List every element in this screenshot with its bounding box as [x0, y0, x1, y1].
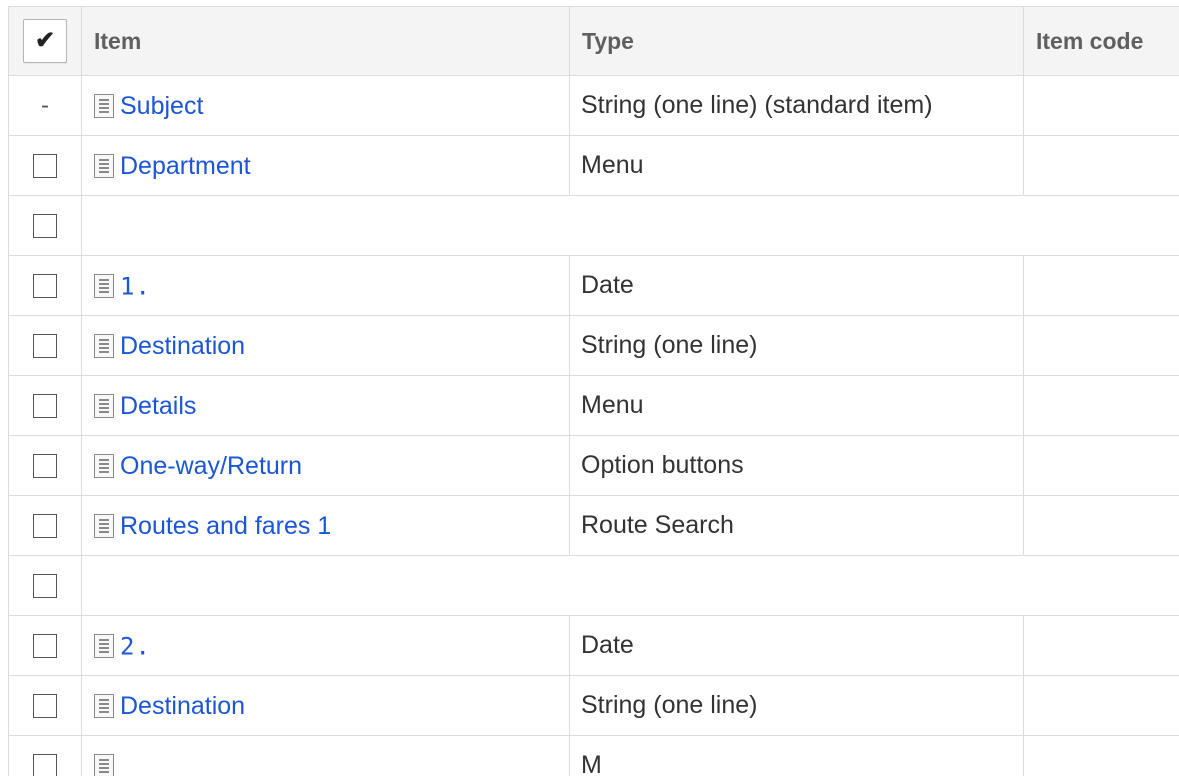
- table-row: [8, 555, 1179, 616]
- document-icon: [94, 274, 114, 299]
- row-select-cell: [8, 255, 82, 316]
- row-checkbox[interactable]: [33, 694, 57, 719]
- item-cell: [81, 735, 570, 776]
- row-checkbox[interactable]: [33, 214, 57, 239]
- row-select-cell: [8, 495, 82, 556]
- table-row: M: [8, 735, 1179, 776]
- row-checkbox[interactable]: [33, 754, 57, 776]
- item-cell: Department: [81, 135, 570, 196]
- row-checkbox[interactable]: [33, 454, 57, 479]
- row-checkbox[interactable]: [33, 634, 57, 659]
- item-type-cell: Route Search: [569, 495, 1024, 556]
- item-cell: 2.: [81, 615, 570, 676]
- document-icon: [94, 634, 114, 659]
- item-code-cell: [1023, 375, 1179, 436]
- item-code-cell: [1023, 75, 1179, 136]
- item-link[interactable]: 1.: [120, 272, 151, 300]
- item-cell: One-way/Return: [81, 435, 570, 496]
- document-icon: [94, 453, 114, 478]
- document-icon: [94, 393, 114, 418]
- document-icon: [94, 93, 114, 118]
- table-header: ✔ Item Type Item code: [8, 6, 1179, 76]
- item-type-cell: Date: [569, 255, 1024, 316]
- type-column-header[interactable]: Type: [569, 6, 1024, 76]
- row-select-cell: [8, 555, 82, 616]
- select-all-checkbox[interactable]: ✔: [23, 19, 67, 63]
- table-row: 2. Date: [8, 615, 1179, 676]
- table-row: Department Menu: [8, 135, 1179, 196]
- separator-cell: [81, 555, 1179, 616]
- item-type-cell: Menu: [569, 135, 1024, 196]
- table-row: Destination String (one line): [8, 675, 1179, 736]
- row-select-cell: [8, 675, 82, 736]
- document-icon: [94, 693, 114, 718]
- form-items-table-container: ✔ Item Type Item code - Subject String (on…: [8, 6, 1179, 776]
- item-cell: Subject: [81, 75, 570, 136]
- item-cell: Routes and fares 1: [81, 495, 570, 556]
- row-checkbox[interactable]: [33, 574, 57, 599]
- item-code-cell: [1023, 495, 1179, 556]
- item-code-cell: [1023, 735, 1179, 776]
- row-select-cell: -: [8, 75, 82, 136]
- item-code-cell: [1023, 675, 1179, 736]
- row-checkbox[interactable]: [33, 274, 57, 299]
- item-code-cell: [1023, 435, 1179, 496]
- item-code-cell: [1023, 315, 1179, 376]
- table-row: Routes and fares 1 Route Search: [8, 495, 1179, 556]
- item-type-cell: String (one line): [569, 675, 1024, 736]
- row-select-cell: [8, 435, 82, 496]
- table-row: 1. Date: [8, 255, 1179, 316]
- checkmark-icon: ✔: [34, 27, 56, 54]
- table-row: One-way/Return Option buttons: [8, 435, 1179, 496]
- item-type-cell: Option buttons: [569, 435, 1024, 496]
- item-code-column-header[interactable]: Item code: [1023, 6, 1179, 76]
- row-select-cell: [8, 735, 82, 776]
- select-all-column: ✔: [8, 6, 82, 76]
- item-link[interactable]: Details: [120, 391, 196, 419]
- row-select-cell: [8, 315, 82, 376]
- row-checkbox[interactable]: [33, 154, 57, 179]
- item-code-cell: [1023, 615, 1179, 676]
- form-items-table: ✔ Item Type Item code - Subject String (on…: [8, 6, 1179, 776]
- table-row: Details Menu: [8, 375, 1179, 436]
- row-select-cell: [8, 135, 82, 196]
- item-cell: 1.: [81, 255, 570, 316]
- document-icon: [94, 333, 114, 358]
- not-selectable-dash: -: [41, 92, 49, 119]
- row-checkbox[interactable]: [33, 394, 57, 419]
- document-icon: [94, 753, 114, 776]
- row-checkbox[interactable]: [33, 334, 57, 359]
- item-cell: Destination: [81, 675, 570, 736]
- document-icon: [94, 513, 114, 538]
- item-cell: Details: [81, 375, 570, 436]
- row-select-cell: [8, 615, 82, 676]
- table-row: - Subject String (one line) (standard item…: [8, 75, 1179, 136]
- item-link[interactable]: Destination: [120, 691, 245, 719]
- row-select-cell: [8, 375, 82, 436]
- item-link[interactable]: Subject: [120, 91, 203, 119]
- item-link[interactable]: Department: [120, 151, 251, 179]
- item-code-cell: [1023, 255, 1179, 316]
- item-cell: Destination: [81, 315, 570, 376]
- table-row: [8, 195, 1179, 256]
- document-icon: [94, 153, 114, 178]
- item-link[interactable]: Routes and fares 1: [120, 511, 331, 539]
- item-type-cell: Date: [569, 615, 1024, 676]
- item-type-cell: String (one line): [569, 315, 1024, 376]
- item-link[interactable]: Destination: [120, 331, 245, 359]
- row-checkbox[interactable]: [33, 514, 57, 539]
- item-type-cell: Menu: [569, 375, 1024, 436]
- header-row: ✔ Item Type Item code: [8, 6, 1179, 76]
- table-row: Destination String (one line): [8, 315, 1179, 376]
- item-column-header[interactable]: Item: [81, 6, 570, 76]
- item-type-cell: String (one line) (standard item): [569, 75, 1024, 136]
- item-code-cell: [1023, 135, 1179, 196]
- item-type-cell: M: [569, 735, 1024, 776]
- row-select-cell: [8, 195, 82, 256]
- table-body: - Subject String (one line) (standard item…: [8, 75, 1179, 776]
- item-link[interactable]: 2.: [120, 632, 151, 660]
- separator-cell: [81, 195, 1179, 256]
- item-link[interactable]: One-way/Return: [120, 451, 302, 479]
